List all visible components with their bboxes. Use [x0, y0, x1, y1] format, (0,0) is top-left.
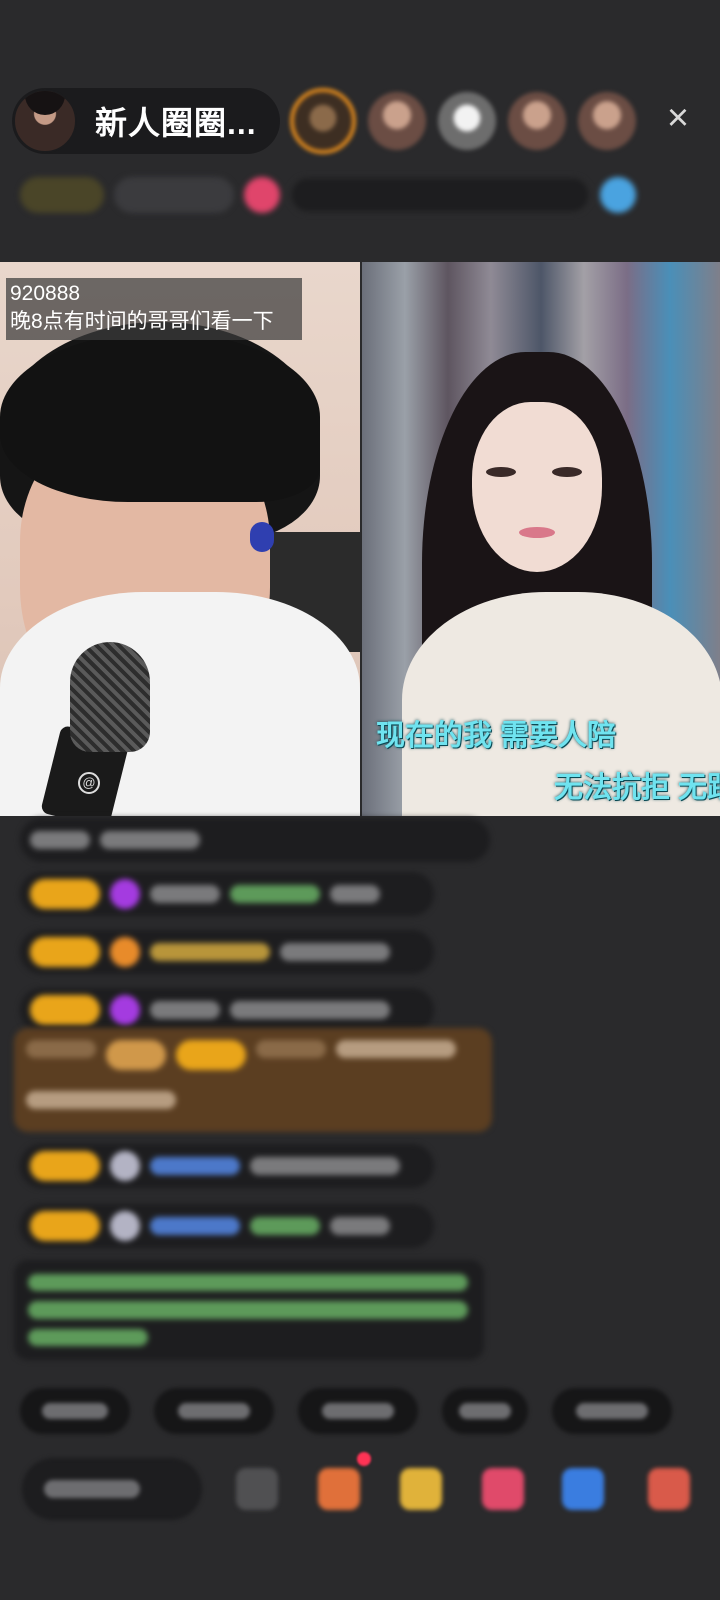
viewer-avatar[interactable] — [290, 88, 356, 154]
avatar-icon — [110, 1151, 140, 1181]
lyric-line-2: 无法抗拒 无跟 — [554, 772, 720, 804]
level-badge — [30, 1211, 100, 1241]
chat-username[interactable] — [150, 1001, 220, 1019]
chat-text — [280, 943, 390, 961]
eye — [552, 467, 582, 477]
caption-id: 920888 — [10, 282, 81, 305]
level-badge — [30, 879, 100, 909]
chat-text — [336, 1040, 456, 1058]
quick-reply-chip[interactable] — [442, 1388, 528, 1434]
gift-message[interactable] — [14, 1028, 492, 1132]
quick-reply-chip[interactable] — [298, 1388, 418, 1434]
heart-icon[interactable] — [482, 1468, 524, 1510]
lips — [519, 527, 555, 538]
gift-box-icon[interactable] — [400, 1468, 442, 1510]
viewer-avatar[interactable] — [508, 92, 566, 150]
streamer-fringe — [0, 332, 320, 502]
mic-logo: @ — [78, 772, 100, 794]
host-info-pill[interactable]: 新人圈圈... — [12, 88, 280, 154]
chat-text — [330, 1217, 390, 1235]
viewer-avatar[interactable] — [368, 92, 426, 150]
room-badges — [20, 170, 700, 220]
top-viewers — [290, 88, 636, 154]
fan-club-icon[interactable] — [244, 177, 280, 213]
chat-username[interactable] — [256, 1040, 326, 1058]
quick-reply-chip[interactable] — [154, 1388, 274, 1434]
level-badge — [30, 1151, 100, 1181]
chat-username[interactable] — [150, 1217, 240, 1235]
chat-text — [330, 885, 380, 903]
quick-reply-chip[interactable] — [20, 1388, 130, 1434]
emoji-icon[interactable] — [236, 1468, 278, 1510]
lyric-line-1: 现在的我 需要人陪 — [376, 720, 617, 752]
hourly-rank-badge[interactable] — [20, 177, 104, 213]
notice-text — [28, 1301, 468, 1319]
earbud — [250, 522, 274, 552]
gift-icon[interactable] — [648, 1468, 690, 1510]
chat-input[interactable] — [22, 1458, 202, 1520]
level-badge — [176, 1040, 246, 1070]
chat-message[interactable] — [20, 930, 434, 974]
left-video-stream[interactable]: @ — [0, 262, 360, 816]
close-icon[interactable]: × — [660, 99, 696, 137]
level-badge — [30, 995, 100, 1025]
quick-reply-chip[interactable] — [552, 1388, 672, 1434]
stream-caption: 920888 晚8点有时间的哥哥们看一下 — [6, 278, 302, 340]
chat-text — [250, 1217, 320, 1235]
chat-text — [230, 1001, 390, 1019]
chat-username[interactable] — [150, 943, 270, 961]
diamond-icon — [110, 879, 140, 909]
gift-badge — [106, 1040, 166, 1070]
diamond-icon — [110, 995, 140, 1025]
chat-text — [250, 1157, 400, 1175]
host-avatar[interactable] — [13, 89, 77, 153]
notification-dot — [357, 1452, 371, 1466]
avatar-icon — [110, 1211, 140, 1241]
popularity-badge[interactable] — [114, 177, 234, 213]
viewer-avatar[interactable] — [438, 92, 496, 150]
notice-text — [28, 1274, 468, 1292]
system-notice — [14, 1260, 484, 1360]
chat-message[interactable] — [20, 988, 434, 1032]
caption-text: 晚8点有时间的哥哥们看一下 — [10, 310, 274, 333]
host-name[interactable]: 新人圈圈... — [95, 98, 257, 144]
notice-text — [28, 1328, 148, 1346]
chat-text — [30, 831, 90, 849]
red-packet-icon[interactable] — [318, 1468, 360, 1510]
chat-message[interactable] — [20, 1144, 434, 1188]
level-badge — [30, 937, 100, 967]
streamer-face — [472, 402, 602, 572]
chat-message[interactable] — [20, 872, 434, 916]
chat-text — [26, 1040, 96, 1058]
chat-text — [100, 831, 200, 849]
scrolling-notice[interactable] — [290, 177, 590, 213]
microphone-icon — [70, 642, 150, 752]
quick-reply-row — [20, 1388, 672, 1434]
chat-message[interactable] — [20, 1204, 434, 1248]
viewer-avatar[interactable] — [578, 92, 636, 150]
chat-text — [230, 885, 320, 903]
game-icon[interactable] — [562, 1468, 604, 1510]
chat-text — [26, 1091, 176, 1109]
chat-username[interactable] — [150, 885, 220, 903]
chat-username[interactable] — [150, 1157, 240, 1175]
activity-icon[interactable] — [600, 177, 636, 213]
chat-message[interactable] — [20, 818, 490, 862]
heart-icon — [110, 937, 140, 967]
eye — [486, 467, 516, 477]
